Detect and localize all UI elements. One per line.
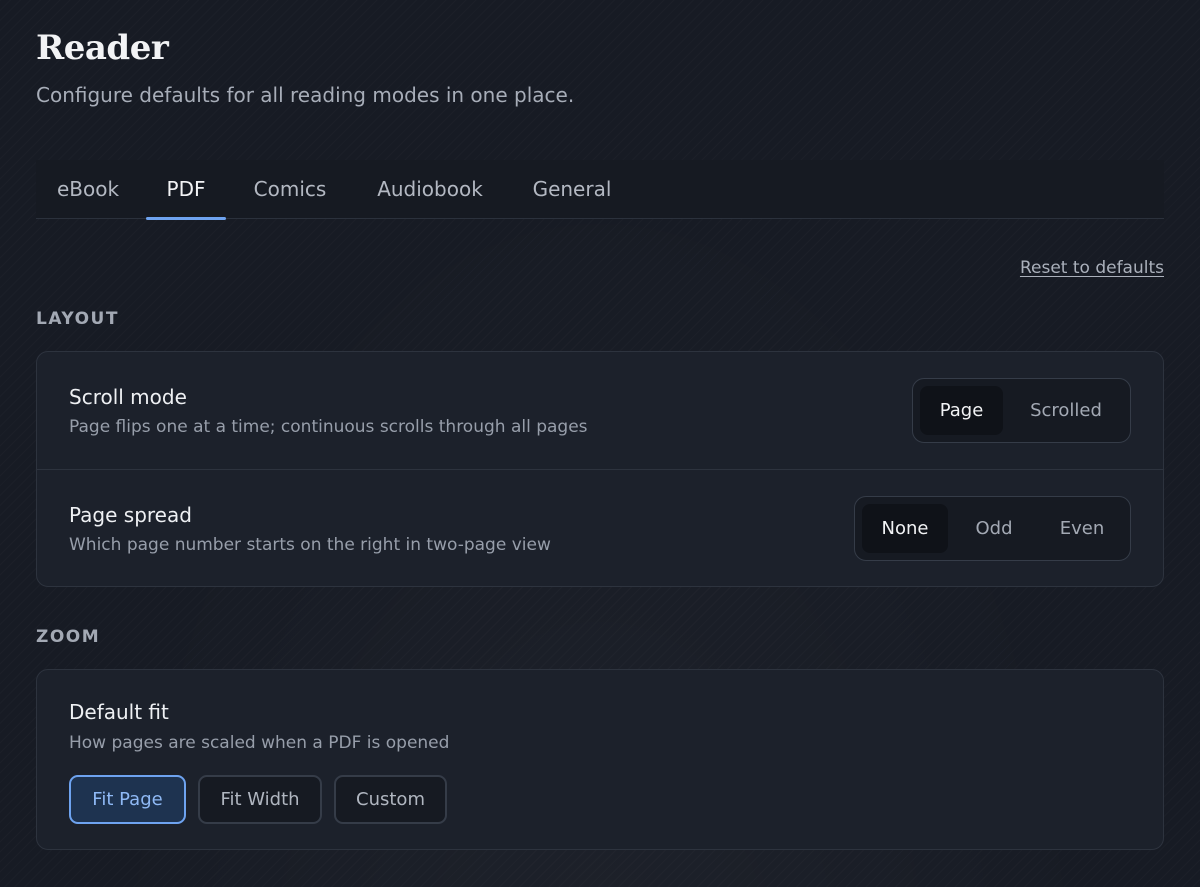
page-spread-option-odd[interactable]: Odd xyxy=(951,504,1037,553)
tab-label: General xyxy=(532,177,612,201)
zoom-card: Default fit How pages are scaled when a … xyxy=(36,669,1164,850)
page-spread-option-none[interactable]: None xyxy=(862,504,948,553)
scroll-mode-option-page[interactable]: Page xyxy=(920,386,1003,435)
scroll-mode-segmented-control: Page Scrolled xyxy=(912,378,1131,443)
default-fit-description: How pages are scaled when a PDF is opene… xyxy=(69,733,450,753)
tab-label: Audiobook xyxy=(377,177,483,201)
page-spread-title: Page spread xyxy=(69,503,192,527)
custom-fit-button[interactable]: Custom xyxy=(334,775,447,824)
section-label-zoom: ZOOM xyxy=(36,627,101,647)
page-spread-option-even[interactable]: Even xyxy=(1039,504,1125,553)
fit-width-button[interactable]: Fit Width xyxy=(198,775,322,824)
reset-to-defaults-link[interactable]: Reset to defaults xyxy=(1020,258,1164,278)
section-label-layout: LAYOUT xyxy=(36,309,119,329)
tab-label: PDF xyxy=(166,177,206,201)
tab-pdf[interactable]: PDF xyxy=(146,160,226,220)
scroll-mode-option-scrolled[interactable]: Scrolled xyxy=(1009,386,1123,435)
page-title: Reader xyxy=(36,28,169,68)
page-subtitle: Configure defaults for all reading modes… xyxy=(36,83,575,107)
page-spread-row: Page spread Which page number starts on … xyxy=(37,470,1163,588)
page-spread-segmented-control: None Odd Even xyxy=(854,496,1131,561)
page-spread-description: Which page number starts on the right in… xyxy=(69,535,551,555)
scroll-mode-row: Scroll mode Page flips one at a time; co… xyxy=(37,352,1163,470)
tab-label: Comics xyxy=(253,177,327,201)
scroll-mode-description: Page flips one at a time; continuous scr… xyxy=(69,417,588,437)
default-fit-title: Default fit xyxy=(69,700,169,724)
tab-audiobook[interactable]: Audiobook xyxy=(358,160,502,219)
tab-general[interactable]: General xyxy=(514,160,630,219)
fit-page-button[interactable]: Fit Page xyxy=(69,775,186,824)
tab-comics[interactable]: Comics xyxy=(234,160,346,219)
tab-ebook[interactable]: eBook xyxy=(36,160,140,219)
layout-card: Scroll mode Page flips one at a time; co… xyxy=(36,351,1164,587)
scroll-mode-title: Scroll mode xyxy=(69,385,187,409)
active-tab-indicator xyxy=(146,217,226,220)
tab-label: eBook xyxy=(56,177,120,201)
reader-tabs: eBook PDF Comics Audiobook General xyxy=(36,160,1164,220)
